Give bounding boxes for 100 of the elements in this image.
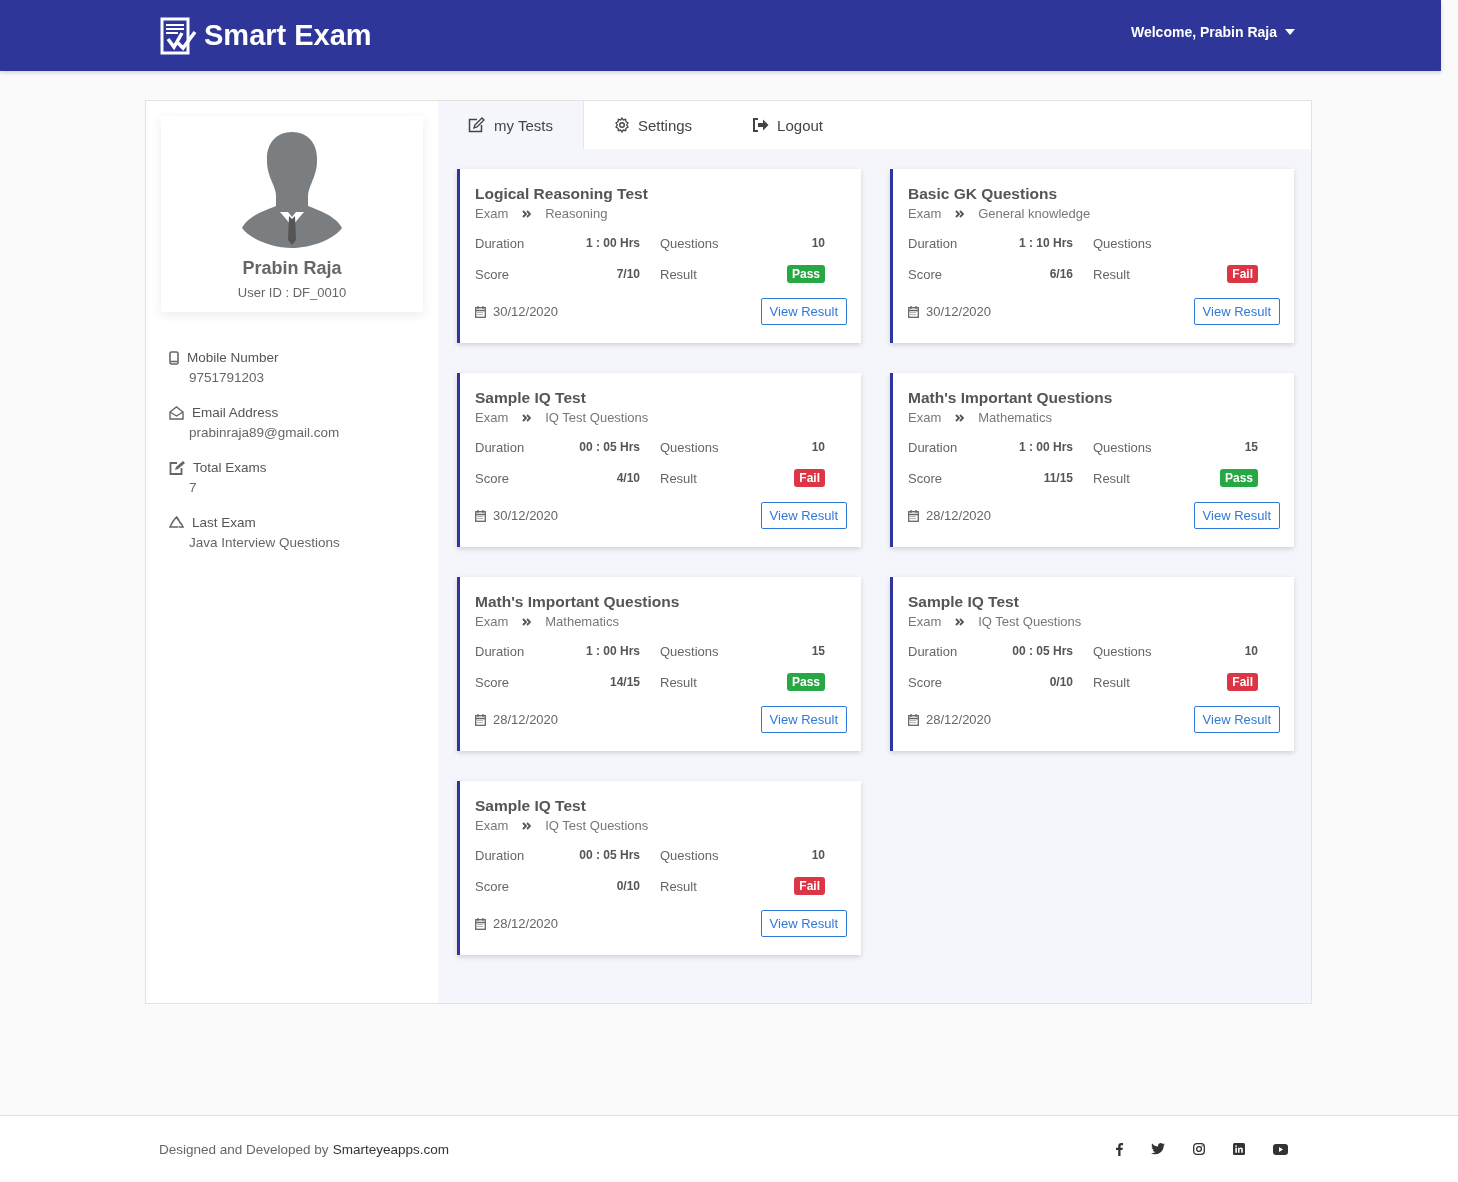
tab[interactable]: my Tests xyxy=(438,101,584,149)
test-title: Sample IQ Test xyxy=(475,389,587,407)
stat-label: Duration xyxy=(908,643,958,659)
logo-icon xyxy=(160,16,198,55)
double-chevron-icon xyxy=(955,209,965,218)
stat-label: Score xyxy=(908,674,942,690)
test-date: 30/12/2020 xyxy=(493,304,559,319)
test-date: 30/12/2020 xyxy=(493,508,559,523)
stat-value: 1 : 00 Hrs xyxy=(585,236,640,250)
stat-label: Duration xyxy=(908,439,958,455)
breadcrumb-text: IQ Test Questions xyxy=(545,818,649,833)
stat-value: 1 : 10 Hrs xyxy=(1018,236,1073,250)
info-label: Total Exams xyxy=(193,460,267,475)
view-result-button[interactable]: View Result xyxy=(1193,502,1280,529)
view-result-button[interactable]: View Result xyxy=(760,910,847,937)
info-label: Last Exam xyxy=(192,515,256,530)
stat-value: 1 : 00 Hrs xyxy=(585,644,640,658)
result-badge: Fail xyxy=(1227,265,1258,283)
calendar-icon xyxy=(908,305,919,318)
edit-icon xyxy=(468,117,486,133)
view-result-button[interactable]: View Result xyxy=(1193,298,1280,325)
breadcrumb-text: General knowledge xyxy=(978,206,1091,221)
test-date: 28/12/2020 xyxy=(926,508,992,523)
logout-icon xyxy=(752,118,770,132)
stat-value: 00 : 05 Hrs xyxy=(579,848,640,862)
test-date: 28/12/2020 xyxy=(493,712,559,727)
envelope-icon xyxy=(169,405,184,420)
stat-label: Duration xyxy=(475,439,525,455)
stat-value: 11/15 xyxy=(1043,471,1073,485)
stat-value: 00 : 05 Hrs xyxy=(1012,644,1073,658)
stat-label: Result xyxy=(660,266,697,282)
stat-label: Result xyxy=(660,878,697,894)
calendar-icon xyxy=(475,917,486,930)
stat-label: Questions xyxy=(660,235,719,251)
stat-value: 0/10 xyxy=(1049,675,1073,689)
stat-label: Duration xyxy=(475,643,525,659)
stat-value: 10 xyxy=(811,440,825,454)
stat-label: Duration xyxy=(475,847,525,863)
stat-label: Score xyxy=(475,266,509,282)
view-result-button[interactable]: View Result xyxy=(760,502,847,529)
view-result-button[interactable]: View Result xyxy=(1193,706,1280,733)
facebook-icon[interactable] xyxy=(1116,1142,1123,1156)
result-badge: Fail xyxy=(1227,673,1258,691)
edit-icon xyxy=(169,460,185,475)
profile-name: Prabin Raja xyxy=(242,258,342,279)
result-badge: Pass xyxy=(1219,469,1258,487)
double-chevron-icon xyxy=(955,413,965,422)
breadcrumb-text: Exam xyxy=(475,206,509,221)
test-title: Sample IQ Test xyxy=(908,593,1020,611)
stat-label: Duration xyxy=(475,235,525,251)
youtube-icon[interactable] xyxy=(1273,1143,1288,1155)
user-menu[interactable]: Welcome, Prabin Raja xyxy=(1131,23,1295,40)
test-title: Basic GK Questions xyxy=(908,185,1058,203)
breadcrumb-text: IQ Test Questions xyxy=(978,614,1082,629)
linkedin-icon[interactable] xyxy=(1233,1143,1245,1155)
test-date: 28/12/2020 xyxy=(926,712,992,727)
result-badge: Pass xyxy=(786,673,825,691)
calendar-icon xyxy=(475,305,486,318)
stat-label: Result xyxy=(660,470,697,486)
twitter-icon[interactable] xyxy=(1151,1143,1165,1155)
double-chevron-icon xyxy=(522,209,532,218)
stat-label: Questions xyxy=(660,439,719,455)
view-result-button[interactable]: View Result xyxy=(760,298,847,325)
info-label: Email Address xyxy=(192,405,279,420)
calendar-icon xyxy=(908,713,919,726)
double-chevron-icon xyxy=(522,413,532,422)
phone-icon xyxy=(169,350,179,365)
stat-label: Result xyxy=(1093,674,1130,690)
info-value: prabinraja89@gmail.com xyxy=(188,425,341,440)
brand-name[interactable]: Smart Exam xyxy=(204,19,372,52)
stat-value: 00 : 05 Hrs xyxy=(579,440,640,454)
breadcrumb-text: Exam xyxy=(908,206,942,221)
test-title: Math's Important Questions xyxy=(908,389,1114,407)
stat-value: 10 xyxy=(811,848,825,862)
stat-label: Questions xyxy=(1093,643,1152,659)
double-chevron-icon xyxy=(955,617,965,626)
stat-value: 15 xyxy=(811,644,825,658)
info-value: 9751791203 xyxy=(188,370,266,385)
stat-value: 1 : 00 Hrs xyxy=(1018,440,1073,454)
test-date: 28/12/2020 xyxy=(493,916,559,931)
result-badge: Fail xyxy=(794,877,825,895)
view-result-button[interactable]: View Result xyxy=(760,706,847,733)
instagram-icon[interactable] xyxy=(1193,1143,1205,1155)
footer-link[interactable]: Smarteyeapps.com xyxy=(332,1141,449,1157)
stat-label: Questions xyxy=(1093,439,1152,455)
breadcrumb-text: Mathematics xyxy=(978,410,1052,425)
calendar-icon xyxy=(475,509,486,522)
caret-icon xyxy=(1285,28,1295,35)
calendar-icon xyxy=(475,713,486,726)
stat-label: Result xyxy=(660,674,697,690)
stat-value: 4/10 xyxy=(616,471,640,485)
stat-value: 0/10 xyxy=(616,879,640,893)
stat-label: Score xyxy=(475,674,509,690)
info-label: Mobile Number xyxy=(187,350,279,365)
stat-value: 6/16 xyxy=(1049,267,1073,281)
breadcrumb-text: Exam xyxy=(475,614,509,629)
double-chevron-icon xyxy=(522,617,532,626)
info-value: 7 xyxy=(188,480,198,495)
stat-label: Score xyxy=(475,878,509,894)
stat-label: Score xyxy=(475,470,509,486)
